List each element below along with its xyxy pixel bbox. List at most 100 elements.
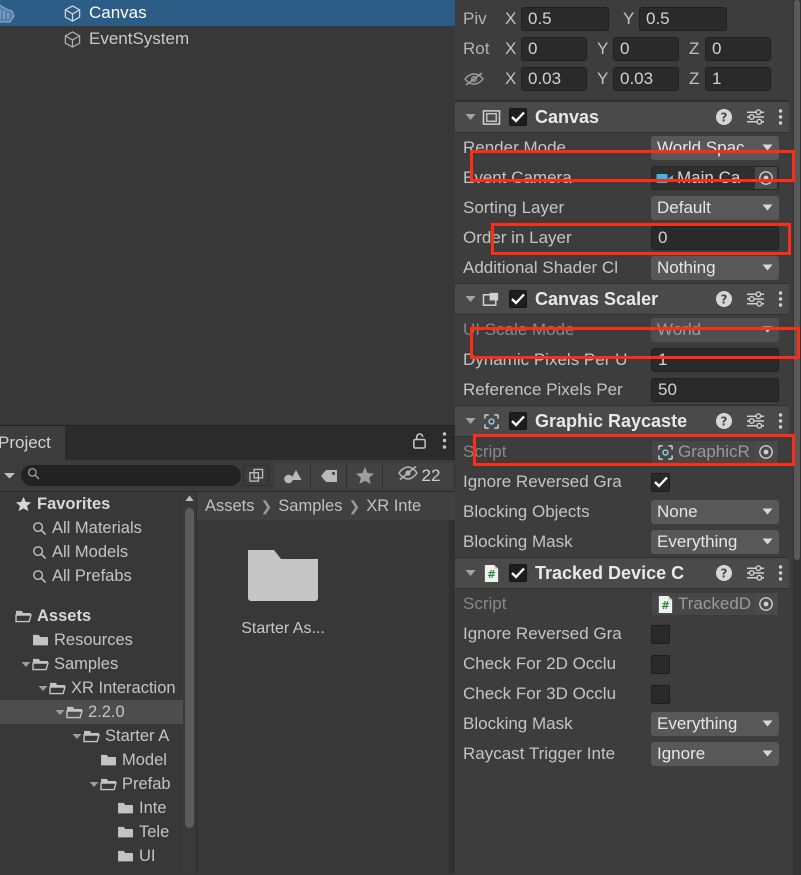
tree-item-all-models[interactable]: All Models [0,540,196,564]
component-header-canvas-scaler[interactable]: Canvas Scaler? [455,283,789,315]
preset-icon[interactable] [746,290,765,308]
object-picker-button[interactable] [755,167,777,189]
hierarchy-item-canvas[interactable]: Canvas [0,0,455,26]
rotation-z-field[interactable]: 0 [705,37,771,61]
breadcrumb-item[interactable]: XR Inte [366,497,421,516]
tree-item-tele[interactable]: Tele [0,820,196,844]
tree-item-favorites[interactable]: Favorites [0,492,196,516]
chevron-down-icon[interactable] [19,661,32,668]
kebab-menu-icon[interactable] [778,108,783,126]
property-dropdown[interactable]: Nothing [651,256,779,280]
tree-item-xr-interaction[interactable]: XR Interaction [0,676,196,700]
pivot-x-field[interactable]: 0.5 [521,7,609,31]
rotation-x-field[interactable]: 0 [521,37,587,61]
preset-icon[interactable] [746,564,765,582]
chevron-down-icon[interactable] [461,417,479,425]
chevron-down-icon[interactable] [461,113,479,121]
tree-item-resources[interactable]: Resources [0,628,196,652]
property-checkbox[interactable] [651,684,670,704]
property-dropdown[interactable]: Everything [651,530,779,554]
object-picker-button[interactable] [755,593,777,615]
help-icon[interactable]: ? [715,108,733,126]
object-picker-button[interactable] [755,441,777,463]
property-checkbox[interactable] [651,654,670,674]
star-filter-icon[interactable] [347,462,383,489]
kebab-menu-icon[interactable] [778,412,783,430]
scroll-up-arrow-icon[interactable] [183,492,196,502]
tree-item-all-prefabs[interactable]: All Prefabs [0,564,196,588]
component-header-tracked-device-c[interactable]: # Tracked Device C? [455,557,789,589]
tag-filter-icon[interactable] [311,462,347,489]
tree-scrollbar[interactable] [183,492,196,873]
property-object-field[interactable]: GraphicR [651,440,779,464]
scale-y-field[interactable]: 0.03 [613,67,679,91]
chevron-down-icon[interactable] [53,709,66,716]
tab-project[interactable]: Project [0,426,65,460]
search-text-field[interactable] [45,467,225,484]
chevron-down-icon[interactable] [461,569,479,577]
inspector-scrollbar-thumb[interactable] [794,0,800,560]
tree-item-samples[interactable]: Samples [0,652,196,676]
pivot-y-field[interactable]: 0.5 [639,7,727,31]
lock-open-icon[interactable] [411,431,428,455]
inspector-scrollbar[interactable] [793,0,801,875]
folder-icon [117,825,134,839]
component-header-canvas[interactable]: Canvas? [455,101,789,133]
help-icon[interactable]: ? [715,564,733,582]
chevron-down-icon[interactable] [36,685,49,692]
open-in-new-icon[interactable] [243,465,269,486]
component-enabled-checkbox[interactable] [509,108,527,126]
asset-browser-pane: Assets ❯ Samples ❯ XR Inte Starter As... [196,492,455,873]
tree-item-prefab[interactable]: Prefab [0,772,196,796]
tree-item-2-2-0[interactable]: 2.2.0 [0,700,196,724]
chevron-down-icon[interactable] [461,295,479,303]
help-icon[interactable]: ? [715,290,733,308]
tree-item-inte[interactable]: Inte [0,796,196,820]
property-number-field[interactable]: 50 [651,378,779,402]
chevron-down-icon[interactable] [70,733,83,740]
hierarchy-item-eventsystem[interactable]: EventSystem [0,26,455,52]
tree-scrollbar-thumb[interactable] [185,508,194,828]
linked-scale-off-icon[interactable] [463,71,505,87]
hidden-assets-toggle[interactable]: 22 [383,462,455,489]
property-object-field[interactable]: Main Ca [651,166,779,190]
breadcrumb-item[interactable]: Assets [205,497,255,516]
property-dropdown[interactable]: Default [651,196,779,220]
property-number-field[interactable]: 0 [651,226,779,250]
help-icon[interactable]: ? [715,412,733,430]
kebab-menu-icon[interactable] [778,290,783,308]
property-object-field[interactable]: # TrackedD [651,592,779,616]
component-enabled-checkbox[interactable] [509,412,527,430]
property-number-field[interactable]: 1 [651,348,779,372]
tree-item-assets[interactable]: Assets [0,604,196,628]
property-dropdown[interactable]: Everything [651,712,779,736]
kebab-menu-icon[interactable] [778,564,783,582]
tree-item-starter-a[interactable]: Starter A [0,724,196,748]
tree-item-ui[interactable]: UI [0,844,196,868]
tree-item-all-materials[interactable]: All Materials [0,516,196,540]
breadcrumb-item[interactable]: Samples [278,497,342,516]
tree-item-xr[interactable]: XR [0,868,196,874]
chevron-down-icon[interactable] [87,781,100,788]
shapes-filter-icon[interactable] [275,462,311,489]
property-checkbox[interactable] [651,472,670,492]
component-enabled-checkbox[interactable] [509,290,527,308]
chevron-down-icon[interactable] [0,471,19,480]
asset-item[interactable]: Starter As... [227,542,339,638]
property-dropdown[interactable]: World [651,318,779,342]
rotation-y-field[interactable]: 0 [613,37,679,61]
component-header-graphic-raycaste[interactable]: Graphic Raycaste? [455,405,789,437]
property-dropdown[interactable]: World Spac [651,136,779,160]
preset-icon[interactable] [746,108,765,126]
property-dropdown[interactable]: None [651,500,779,524]
scale-z-field[interactable]: 1 [705,67,771,91]
property-dropdown[interactable]: Ignore [651,742,779,766]
search-input[interactable] [21,465,269,486]
breadcrumb-separator-icon: ❯ [348,497,361,514]
tree-item-model[interactable]: Model [0,748,196,772]
component-enabled-checkbox[interactable] [509,564,527,582]
preset-icon[interactable] [746,412,765,430]
property-checkbox[interactable] [651,624,670,644]
kebab-menu-icon[interactable] [442,431,447,455]
scale-x-field[interactable]: 0.03 [521,67,587,91]
